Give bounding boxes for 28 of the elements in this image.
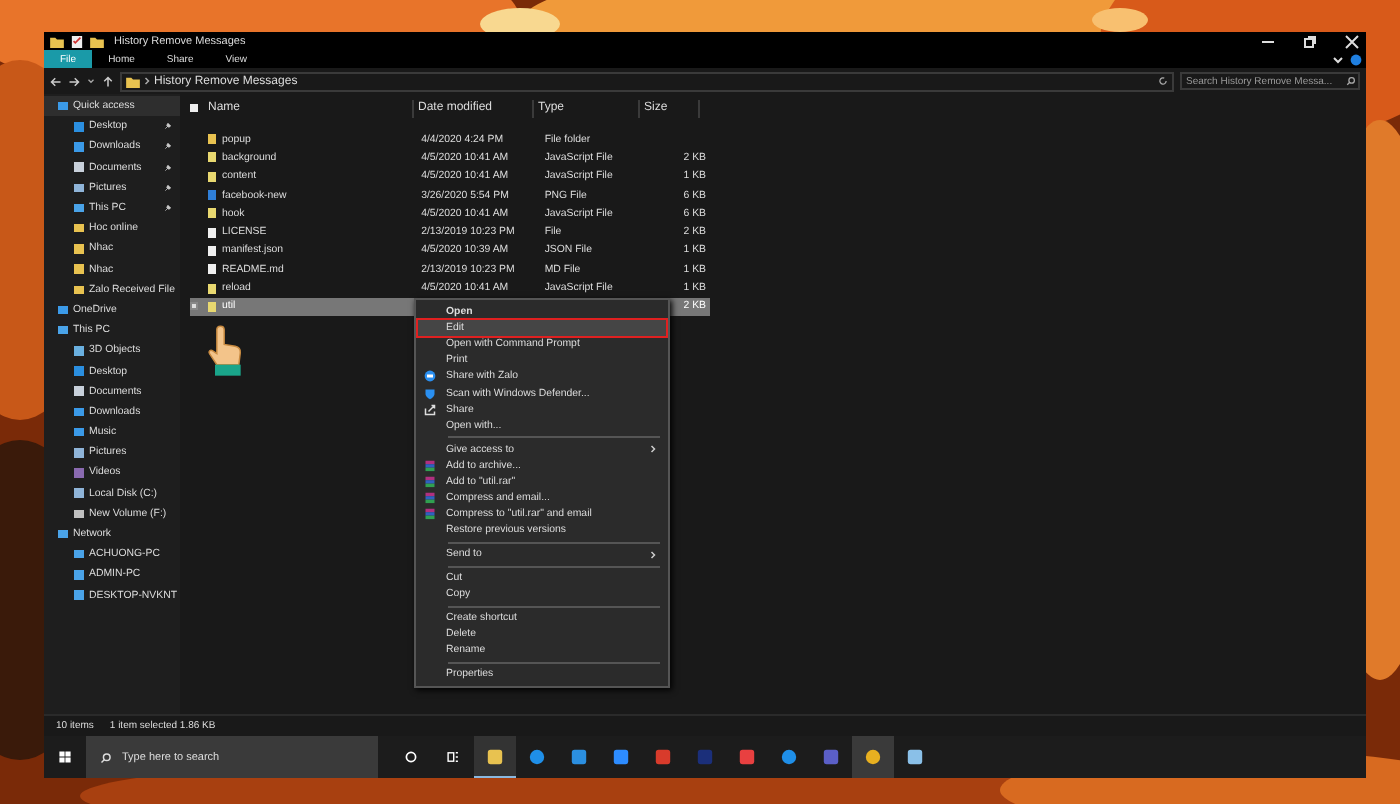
archive-icon [424, 459, 436, 472]
cortana-icon[interactable] [404, 750, 418, 764]
back-icon[interactable] [50, 75, 62, 87]
archive-icon [424, 508, 436, 521]
nav-icon [58, 101, 67, 111]
archive-icon [424, 491, 436, 504]
chevron-down-icon[interactable] [1330, 51, 1346, 67]
share-icon [424, 403, 436, 416]
close-icon[interactable] [1344, 33, 1360, 49]
chat-icon [424, 370, 436, 383]
shield-icon [424, 387, 436, 400]
chevron-down-icon[interactable] [86, 76, 96, 86]
restore-icon[interactable] [1302, 33, 1318, 49]
row-checkbox[interactable] [190, 302, 198, 311]
start-icon[interactable] [58, 750, 72, 764]
task-view-icon[interactable] [446, 750, 460, 764]
up-icon[interactable] [102, 75, 114, 87]
chevron-right-icon [650, 444, 656, 455]
archive-icon [424, 475, 436, 488]
properties-icon[interactable] [70, 35, 84, 47]
select-all-checkbox[interactable] [190, 104, 198, 112]
chevron-right-icon [144, 76, 150, 86]
forward-icon[interactable] [68, 75, 80, 87]
search-icon [100, 751, 112, 763]
search-icon [1346, 76, 1356, 86]
refresh-icon[interactable] [1158, 76, 1168, 86]
help-icon[interactable] [1350, 53, 1362, 65]
chevron-right-icon [650, 549, 656, 560]
